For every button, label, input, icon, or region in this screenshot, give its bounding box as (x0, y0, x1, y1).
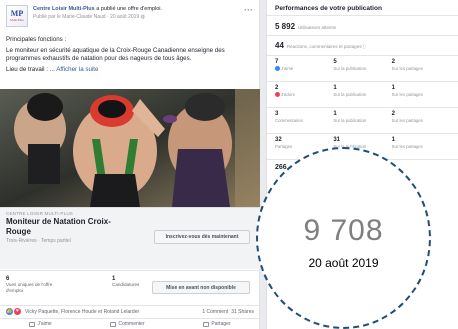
job-post-card: MP Multi-Plus Centre Loisir Multi-Plus a… (0, 0, 260, 329)
thumbs-up-icon (29, 321, 36, 327)
breakdown-cell: 1 Sur la publication (333, 111, 391, 133)
views-stat: 6 Vues uniques de l'offre d'emploi (6, 276, 66, 294)
breakdown-row: 7 J'aime 5 Sur la publication 2 Sur les par… (267, 56, 458, 82)
reach-label: Utilisateurs atteints (298, 25, 337, 30)
like-action-button[interactable]: J'aime (29, 321, 52, 327)
breakdown-cell: 1 Sur les partages (391, 85, 450, 107)
breakdown-cell: 1 Sur la publication (333, 85, 391, 107)
cell-label: Sur la publication (333, 91, 367, 97)
job-stats: 6 Vues uniques de l'offre d'emploi 1 Can… (0, 270, 260, 304)
engagement-metric: 44 Réactions, commentaires et partages ⓘ (267, 36, 458, 56)
page-logo[interactable]: MP Multi-Plus (6, 5, 28, 27)
breakdown-cell: 2 Sur les partages (391, 59, 450, 81)
callout-value: 9 708 (303, 214, 384, 247)
logo-sub: Multi-Plus (10, 18, 24, 22)
cell-label: J'adore (281, 91, 295, 97)
breakdown-cell: 7 J'aime (275, 59, 333, 81)
reach-metric: 5 892 Utilisateurs atteints (267, 16, 458, 36)
share-count[interactable]: 31 Shares (231, 309, 254, 315)
candidates-label: Candidatures (112, 282, 140, 287)
breakdown-row: 2 J'adore 1 Sur la publication 1 Sur les pa… (267, 82, 458, 108)
breakdown-row: 3 Commentaires 1 Sur la publication 2 Sur l… (267, 108, 458, 134)
swimmers-photo-icon (0, 89, 260, 207)
breakdown-cell: 3 Commentaires (275, 111, 333, 133)
love-reaction-icon: ♥ (14, 308, 21, 315)
header-action: a publié une offre d'emploi. (96, 6, 163, 12)
cell-label: Sur les partages (391, 65, 423, 71)
share-action-label: Partager (211, 321, 231, 327)
post-date-link[interactable]: 20 août 2019 (110, 14, 139, 20)
comment-action-label: Commenter (118, 321, 145, 327)
post-header: MP Multi-Plus Centre Loisir Multi-Plus a… (0, 0, 259, 36)
post-text-location: Lieu de travail : ... Afficher la suite (6, 66, 253, 75)
post-text-description: Le moniteur en sécurité aquatique de la … (6, 46, 225, 63)
post-body: Principales fonctions : Le moniteur en s… (0, 36, 259, 74)
cell-label: Sur les partages (391, 91, 423, 97)
cell-label: Commentaires (275, 117, 303, 123)
post-header-text: Centre Loisir Multi-Plus a publié une of… (33, 5, 244, 34)
job-org-name: CENTRE LOISIR MULTI-PLUS (6, 211, 73, 216)
cell-label: Sur la publication (333, 117, 367, 123)
share-icon (203, 321, 210, 327)
boost-unavailable-button[interactable]: Mise en avant non disponible (152, 281, 250, 294)
logo-text: MP (10, 9, 24, 18)
reach-value: 5 892 (275, 22, 296, 31)
org-name-link[interactable]: Centre Loisir Multi-Plus (33, 6, 95, 12)
job-title[interactable]: Moniteur de Natation Croix-Rouge (6, 217, 126, 236)
published-by: Publié par le Marie-Claude Naud (33, 14, 106, 20)
info-icon[interactable]: ⓘ (361, 44, 366, 50)
post-actions: J'aime Commenter Partager (0, 318, 260, 329)
love-icon (275, 91, 280, 97)
reaction-names[interactable]: Vicky Paquette, Florence Houde et Roland… (25, 309, 202, 315)
comment-icon (110, 321, 117, 327)
globe-icon: ◍ (140, 14, 145, 20)
post-photo[interactable] (0, 89, 260, 207)
share-action-button[interactable]: Partager (203, 321, 231, 327)
like-reaction-icon: 👍 (6, 308, 13, 315)
cell-label: J'aime (281, 65, 294, 71)
post-text-heading: Principales fonctions : (6, 36, 67, 43)
callout-date: 20 août 2019 (308, 256, 379, 270)
show-more-link[interactable]: Afficher la suite (56, 66, 98, 73)
engagement-label: Réactions, commentaires et partages (286, 44, 362, 49)
apply-now-button[interactable]: Inscrivez-vous dès maintenant (154, 230, 250, 244)
like-icon (275, 65, 280, 71)
more-options-icon[interactable]: ··· (244, 5, 253, 34)
highlight-callout: 9 708 20 août 2019 (256, 147, 431, 329)
cell-label: Sur les partages (391, 117, 423, 123)
cell-label: Sur la publication (333, 65, 367, 71)
cell-label: Partages (275, 143, 293, 149)
comment-action-button[interactable]: Commenter (110, 321, 145, 327)
breakdown-cell: 1 Sur les partages (391, 137, 450, 159)
comment-count[interactable]: 1 Comment (202, 309, 228, 315)
cell-label: Sur les partages (391, 143, 423, 149)
location-text: Lieu de travail : ... (6, 65, 55, 73)
breakdown-cell: 2 Sur les partages (391, 111, 450, 133)
reaction-breakdown: 7 J'aime 5 Sur la publication 2 Sur les par… (267, 56, 458, 160)
engagement-value: 44 (275, 41, 284, 50)
breakdown-cell: 2 J'adore (275, 85, 333, 107)
reactions-bar: 👍 ♥ Vicky Paquette, Florence Houde et Ro… (0, 305, 260, 317)
panel-title: Performances de votre publication (267, 0, 458, 16)
job-offer-block[interactable]: CENTRE LOISIR MULTI-PLUS Moniteur de Nat… (0, 207, 260, 269)
like-action-label: J'aime (37, 321, 52, 327)
breakdown-cell: 5 Sur la publication (333, 59, 391, 81)
views-label: Vues uniques de l'offre d'emploi (6, 282, 53, 293)
